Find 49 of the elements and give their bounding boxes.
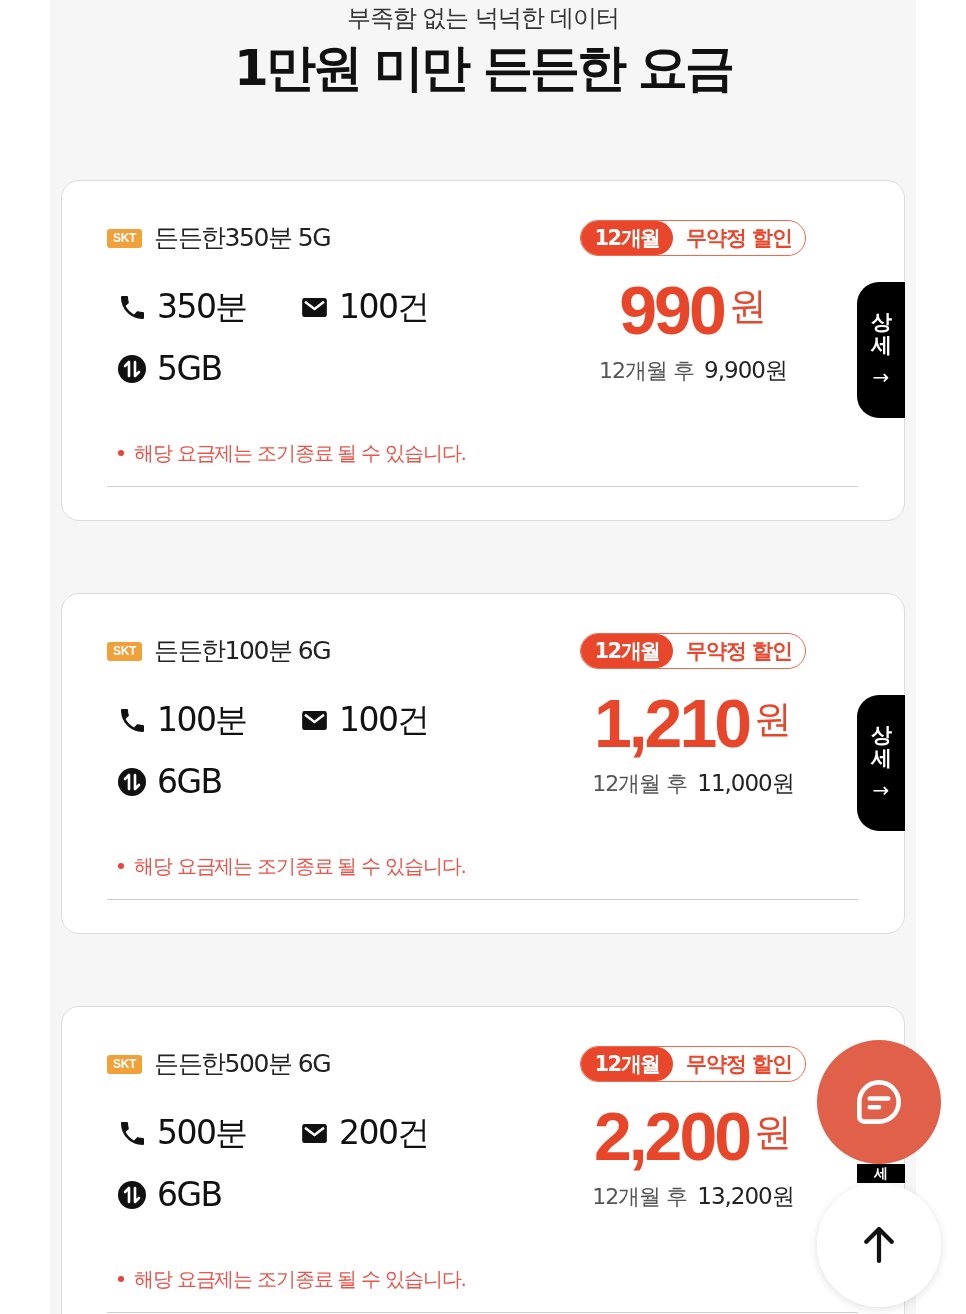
regular-price: 9,900원	[704, 356, 787, 385]
phone-icon	[120, 708, 144, 732]
after-period-label: 12개월 후	[592, 1183, 688, 1211]
call-minutes: 350분	[157, 287, 247, 327]
data-amount: 5GB	[157, 349, 222, 389]
message-count: 200건	[339, 1113, 429, 1153]
envelope-icon	[301, 710, 327, 730]
after-period-label: 12개월 후	[592, 770, 688, 798]
carrier-badge: SKT	[107, 641, 143, 661]
detail-tab[interactable]: 상세 →	[857, 695, 905, 831]
promo-label: 무약정 할인	[684, 225, 794, 252]
regular-price: 13,200원	[697, 1182, 794, 1211]
phone-icon	[120, 295, 144, 319]
carrier-badge: SKT	[107, 1054, 143, 1074]
carrier-badge: SKT	[107, 228, 143, 248]
message-count: 100건	[339, 287, 429, 327]
notice-text: 해당 요금제는 조기종료 될 수 있습니다.	[134, 853, 466, 879]
bullet-icon	[118, 1276, 124, 1282]
after-period-label: 12개월 후	[599, 357, 695, 385]
data-amount: 6GB	[157, 1175, 222, 1215]
page-subtitle: 부족함 없는 넉넉한 데이터	[346, 3, 620, 33]
data-amount: 6GB	[157, 762, 222, 802]
promo-label: 무약정 할인	[684, 638, 794, 665]
envelope-icon	[301, 297, 327, 317]
data-arrows-icon	[118, 768, 146, 796]
envelope-icon	[301, 1123, 327, 1143]
data-arrows-icon	[118, 355, 146, 383]
promo-period: 12개월	[581, 1047, 673, 1081]
page-title: 1만원 미만 든든한 요금	[234, 40, 732, 96]
message-count: 100건	[339, 700, 429, 740]
notice-text: 해당 요금제는 조기종료 될 수 있습니다.	[134, 440, 466, 466]
call-minutes: 100분	[157, 700, 247, 740]
detail-tab[interactable]: 세	[857, 1164, 905, 1183]
plan-name: 든든한350분 5G	[154, 223, 331, 253]
chat-bubble-icon	[857, 1080, 901, 1124]
phone-icon	[120, 1121, 144, 1145]
plan-name: 든든한100분 6G	[154, 636, 331, 666]
bullet-icon	[118, 863, 124, 869]
notice-text: 해당 요금제는 조기종료 될 수 있습니다.	[134, 1266, 466, 1292]
call-minutes: 500분	[157, 1113, 247, 1153]
promo-period: 12개월	[581, 634, 673, 668]
regular-price: 11,000원	[697, 769, 794, 798]
detail-tab[interactable]: 상세 →	[857, 282, 905, 418]
plan-name: 든든한500분 6G	[154, 1049, 331, 1079]
promo-label: 무약정 할인	[684, 1051, 794, 1078]
data-arrows-icon	[118, 1181, 146, 1209]
arrow-up-icon	[864, 1227, 894, 1263]
promo-period: 12개월	[581, 221, 673, 255]
bullet-icon	[118, 450, 124, 456]
